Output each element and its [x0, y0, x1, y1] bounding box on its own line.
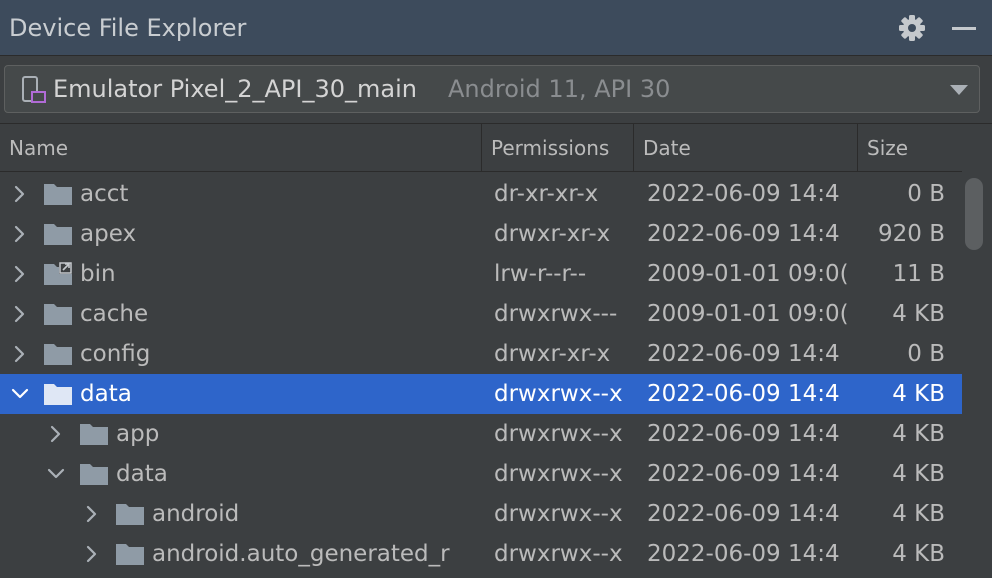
column-header-date[interactable]: Date [634, 124, 858, 172]
file-name: config [80, 341, 151, 367]
file-name: data [80, 381, 132, 407]
file-permissions: lrw-r--r-- [494, 261, 587, 287]
chevron-down-icon[interactable] [949, 83, 969, 97]
file-date: 2022-06-09 14:4 [647, 341, 840, 367]
file-date: 2009-01-01 09:0( [647, 301, 849, 327]
file-date: 2022-06-09 14:4 [647, 501, 840, 527]
tool-window-title: Device File Explorer [9, 14, 247, 42]
file-size: 0 B [907, 181, 945, 207]
chevron-right-icon[interactable] [10, 264, 30, 284]
file-size: 4 KB [892, 421, 945, 447]
file-size: 920 B [878, 221, 945, 247]
device-name: Emulator Pixel_2_API_30_main [53, 75, 417, 103]
chevron-down-icon[interactable] [46, 464, 66, 484]
file-permissions: drwxr-xr-x [494, 341, 611, 367]
table-row[interactable]: android drwxrwx--x 2022-06-09 14:4 4 KB [0, 494, 962, 534]
device-bar: Emulator Pixel_2_API_30_main Android 11,… [0, 56, 992, 124]
file-name: android.auto_generated_r [152, 541, 450, 567]
file-size: 4 KB [892, 461, 945, 487]
file-size: 11 B [892, 261, 945, 287]
file-date: 2022-06-09 14:4 [647, 381, 840, 407]
file-size: 4 KB [892, 381, 945, 407]
file-permissions: drwxr-xr-x [494, 221, 611, 247]
column-header-size[interactable]: Size [858, 124, 962, 172]
folder-icon [116, 504, 144, 525]
file-permissions: drwxrwx--x [494, 501, 623, 527]
table-row[interactable]: acct dr-xr-xr-x 2022-06-09 14:4 0 B [0, 174, 962, 214]
file-name: app [116, 421, 160, 447]
folder-icon [80, 464, 108, 485]
file-date: 2009-01-01 09:0( [647, 261, 849, 287]
table-row[interactable]: apex drwxr-xr-x 2022-06-09 14:4 920 B [0, 214, 962, 254]
gear-icon[interactable] [896, 12, 928, 44]
device-detail: Android 11, API 30 [448, 75, 671, 103]
file-name: data [116, 461, 168, 487]
file-name: android [152, 501, 240, 527]
table-row[interactable]: data drwxrwx--x 2022-06-09 14:4 4 KB [0, 374, 962, 414]
folder-icon [116, 544, 144, 565]
file-tree: acct dr-xr-xr-x 2022-06-09 14:4 0 B apex drwx… [0, 174, 962, 578]
file-permissions: drwxrwx--x [494, 421, 623, 447]
folder-icon [44, 184, 72, 205]
chevron-right-icon[interactable] [82, 544, 102, 564]
table-row[interactable]: config drwxr-xr-x 2022-06-09 14:4 0 B [0, 334, 962, 374]
file-permissions: drwxrwx--x [494, 381, 623, 407]
chevron-right-icon[interactable] [10, 344, 30, 364]
folder-icon [44, 344, 72, 365]
file-date: 2022-06-09 14:4 [647, 221, 840, 247]
column-header-permissions[interactable]: Permissions [482, 124, 634, 172]
table-row[interactable]: cache drwxrwx--- 2009-01-01 09:0( 4 KB [0, 294, 962, 334]
tool-window-header: Device File Explorer [0, 0, 992, 56]
folder-icon [44, 224, 72, 245]
phone-icon [22, 76, 46, 103]
folder-icon [44, 304, 72, 325]
file-name: apex [80, 221, 137, 247]
file-permissions: drwxrwx--- [494, 301, 618, 327]
table-row[interactable]: bin lrw-r--r-- 2009-01-01 09:0( 11 B [0, 254, 962, 294]
chevron-down-icon[interactable] [10, 384, 30, 404]
folder-icon [44, 384, 72, 405]
device-selector[interactable]: Emulator Pixel_2_API_30_main Android 11,… [4, 65, 980, 113]
file-name: cache [80, 301, 149, 327]
file-date: 2022-06-09 14:4 [647, 541, 840, 567]
table-row[interactable]: app drwxrwx--x 2022-06-09 14:4 4 KB [0, 414, 962, 454]
file-size: 0 B [907, 341, 945, 367]
chevron-right-icon[interactable] [10, 184, 30, 204]
column-header-name[interactable]: Name [0, 124, 482, 172]
file-permissions: drwxrwx--x [494, 461, 623, 487]
minimize-icon[interactable] [946, 12, 982, 44]
table-header: Name Permissions Date Size [0, 124, 962, 172]
file-name: acct [80, 181, 129, 207]
file-size: 4 KB [892, 301, 945, 327]
folder-icon [80, 424, 108, 445]
table-row[interactable]: android.auto_generated_r drwxrwx--x 2022-0… [0, 534, 962, 574]
file-name: bin [80, 261, 116, 287]
file-permissions: dr-xr-xr-x [494, 181, 599, 207]
file-size: 4 KB [892, 541, 945, 567]
chevron-right-icon[interactable] [10, 224, 30, 244]
folder-link-icon [44, 262, 72, 285]
scrollbar-thumb[interactable] [965, 178, 983, 250]
file-date: 2022-06-09 14:4 [647, 421, 840, 447]
file-size: 4 KB [892, 501, 945, 527]
chevron-right-icon[interactable] [82, 504, 102, 524]
file-date: 2022-06-09 14:4 [647, 461, 840, 487]
table-row[interactable]: data drwxrwx--x 2022-06-09 14:4 4 KB [0, 454, 962, 494]
file-date: 2022-06-09 14:4 [647, 181, 840, 207]
chevron-right-icon[interactable] [10, 304, 30, 324]
file-permissions: drwxrwx--x [494, 541, 623, 567]
chevron-right-icon[interactable] [46, 424, 66, 444]
